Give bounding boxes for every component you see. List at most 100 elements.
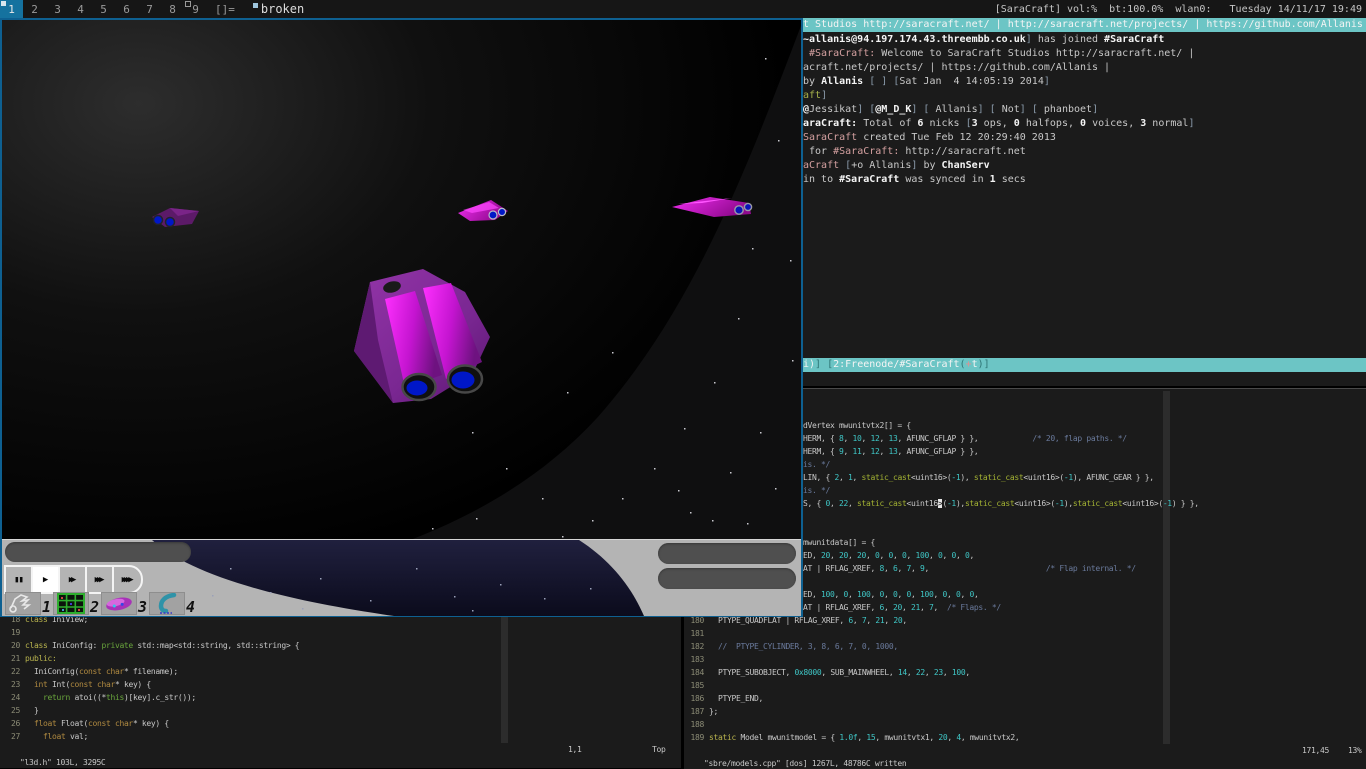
command-line: "sbre/models.cpp" [dos] 1267L, 48786C wr… [686, 744, 906, 757]
line-number: 24 [2, 691, 25, 704]
code-line: AT | RFLAG_XREF, 8, 6, 7, 9, /* Flap int… [803, 562, 1136, 575]
tag-label: 8 [169, 3, 176, 16]
code-line: is. */ [803, 484, 830, 497]
ruler-position: 171,45 [1302, 744, 1329, 757]
tag-label: 2 [31, 3, 38, 16]
chat-line: SaraCraft created Tue Feb 12 20:29:40 20… [803, 131, 1056, 145]
layout-indicator[interactable]: []= [207, 0, 243, 18]
code-line: 181 [686, 627, 709, 640]
line-number: 184 [686, 666, 709, 679]
line-number: 19 [2, 626, 25, 639]
chat-line: acraft.net/projects/ | https://github.co… [803, 61, 1110, 75]
tag-label: 7 [146, 3, 153, 16]
view-button-digit: 1 [42, 600, 51, 615]
game-window[interactable]: ▮▮▶▶▶▶▶▶▶▶▶▶ 1234 [0, 18, 803, 617]
tag-label: 5 [100, 3, 107, 16]
view-button-digit: 2 [90, 600, 99, 615]
code-line: S, { 0, 22, static_cast<uint16>(-1),stat… [803, 497, 1199, 510]
code-line: 183 [686, 653, 709, 666]
line-number: 27 [2, 730, 25, 743]
code-line: ED, 20, 20, 20, 0, 0, 0, 100, 0, 0, 0, [803, 549, 974, 562]
tag-label: 1 [8, 3, 15, 16]
view-button-2[interactable]: 2 [53, 592, 99, 615]
line-number: 26 [2, 717, 25, 730]
speed-3x-icon: ▶▶▶ [95, 575, 105, 585]
tag-2[interactable]: 2 [23, 0, 46, 18]
code-line: mwunitdata[] = { [803, 536, 875, 549]
line-number: 182 [686, 640, 709, 653]
ruler-position: 1,1 [568, 743, 582, 756]
line-number: 25 [2, 704, 25, 717]
speed-4x-button[interactable]: ▶▶▶▶ [114, 567, 141, 592]
irc-input-line[interactable] [803, 372, 1363, 386]
tag-6[interactable]: 6 [115, 0, 138, 18]
view-button-4[interactable]: 4 [149, 592, 195, 615]
window-title: broken [243, 0, 304, 18]
tag-label: 3 [54, 3, 61, 16]
pause-icon: ▮▮ [14, 575, 23, 585]
tag-5[interactable]: 5 [92, 0, 115, 18]
tag-8[interactable]: 8 [161, 0, 184, 18]
code-line: 22 IniConfig(const char* filename); [2, 665, 178, 678]
pause-button[interactable]: ▮▮ [6, 567, 33, 592]
tag-3[interactable]: 3 [46, 0, 69, 18]
tag-9[interactable]: 9 [184, 0, 207, 18]
tag-indicator-icon [1, 1, 6, 6]
code-line: 19 [2, 626, 25, 639]
code-line: 26 float Float(const char* key) { [2, 717, 169, 730]
code-line: 182 // PTYPE_CYLINDER, 3, 8, 6, 7, 0, 10… [686, 640, 898, 653]
chat-line: aCraft [+o Allanis] by ChanServ [803, 159, 990, 173]
code-line: 27 float val; [2, 730, 88, 743]
statusbar-text: i)] [2:Freenode/#SaraCraft(+t)] [803, 358, 990, 372]
display-slot-2 [658, 568, 796, 589]
line-number: 23 [2, 678, 25, 691]
ruler-scroll: 13% [1348, 744, 1362, 757]
code-line: AT | RFLAG_XREF, 6, 20, 21, 7, /* Flaps.… [803, 601, 1001, 614]
speed-4x-icon: ▶▶▶▶ [122, 575, 134, 585]
tag-label: 9 [192, 3, 199, 16]
display-slot-1 [658, 543, 796, 564]
view-button-1[interactable]: 1 [5, 592, 51, 615]
tag-label: 4 [77, 3, 84, 16]
hud-panel: ▮▮▶▶▶▶▶▶▶▶▶▶ 1234 [2, 539, 801, 616]
code-line: dVertex mwunitvtx2[] = { [803, 419, 911, 432]
time-controls: ▮▮▶▶▶▶▶▶▶▶▶▶ [4, 565, 143, 594]
code-line: 21public: [2, 652, 56, 665]
chat-line: in to #SaraCraft was synced in 1 secs [803, 173, 1026, 187]
view-button-3[interactable]: 3 [101, 592, 147, 615]
code-line: HERM, { 9, 11, 12, 13, AFUNC_GFLAP } }, [803, 445, 978, 458]
tag-7[interactable]: 7 [138, 0, 161, 18]
speed-3x-button[interactable]: ▶▶▶ [87, 567, 114, 592]
code-line: LIN, { 2, 1, static_cast<uint16>(-1), st… [803, 471, 1154, 484]
code-line: 188 [686, 718, 709, 731]
view-button-digit: 4 [186, 600, 195, 615]
play-button[interactable]: ▶ [33, 567, 60, 592]
code-line: 23 int Int(const char* key) { [2, 678, 151, 691]
code-line: 25 } [2, 704, 39, 717]
colorcolumn [1163, 391, 1170, 744]
command-line: "l3d.h" 103L, 3295C [2, 743, 105, 756]
line-number: 188 [686, 718, 709, 731]
status-text: [SaraCraft] vol:% bt:100.0% wlan0: Tuesd… [995, 0, 1362, 18]
space-viewport [2, 20, 801, 539]
code-line: 184 PTYPE_SUBOBJECT, 0x8000, SUB_MAINWHE… [686, 666, 970, 679]
equipment-grid-icon [53, 592, 89, 615]
tag-1[interactable]: 1 [0, 0, 23, 18]
line-number: 21 [2, 652, 25, 665]
line-number: 185 [686, 679, 709, 692]
chat-line: araCraft: Total of 6 nicks [3 ops, 0 hal… [803, 117, 1194, 131]
speed-2x-button[interactable]: ▶▶ [60, 567, 87, 592]
window-title-label: broken [261, 2, 304, 16]
line-number: 22 [2, 665, 25, 678]
comms-icon [149, 592, 185, 615]
line-number: 183 [686, 653, 709, 666]
chat-line: aft] [803, 89, 827, 103]
chat-line: for #SaraCraft: http://saracraft.net [803, 145, 1026, 159]
view-selector: 1 23 4 [5, 592, 197, 615]
tag-label: 6 [123, 3, 130, 16]
code-line: 189static Model mwunitmodel = { 1.0f, 15… [686, 731, 1019, 744]
line-number: 181 [686, 627, 709, 640]
line-number: 189 [686, 731, 709, 744]
code-line: 20class IniConfig: private std::map<std:… [2, 639, 299, 652]
tag-4[interactable]: 4 [69, 0, 92, 18]
